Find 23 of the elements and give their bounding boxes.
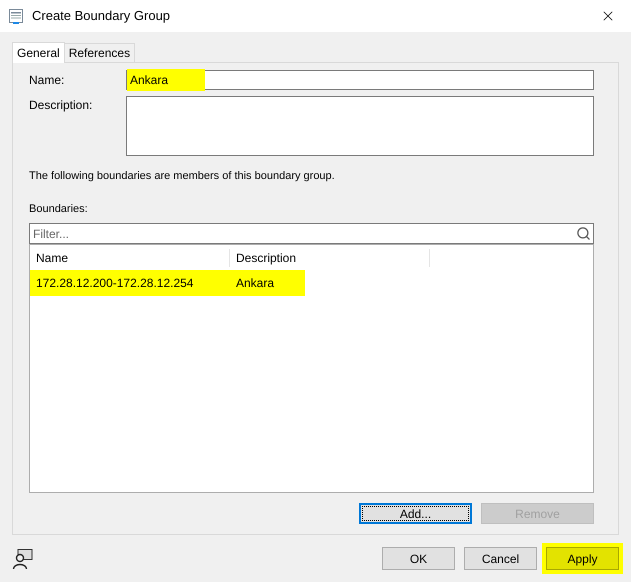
info-text: The following boundaries are members of this boundary group. <box>29 169 336 184</box>
list-action-button[interactable]: Add... <box>359 503 472 524</box>
tab[interactable]: References <box>64 43 136 62</box>
field-label: Description: <box>29 97 94 114</box>
dialog-button[interactable]: Cancel <box>464 547 537 570</box>
column-header[interactable]: Description <box>230 249 430 267</box>
column-header[interactable]: Name <box>30 249 230 267</box>
tab[interactable]: General <box>12 42 65 63</box>
boundaries-label: Boundaries: <box>29 202 89 216</box>
description-field[interactable] <box>126 96 594 156</box>
field-value: Ankara <box>127 69 205 91</box>
name-field[interactable]: Ankara <box>126 70 594 90</box>
table-cell-text: Ankara <box>235 275 276 292</box>
filter-field[interactable]: Filter... <box>29 223 594 244</box>
dialog-icon <box>8 8 24 24</box>
list-row[interactable]: 172.28.12.200-172.28.12.254 Ankara <box>30 270 305 296</box>
dialog-button[interactable]: Apply <box>546 547 619 570</box>
dialog-button[interactable]: OK <box>382 547 455 570</box>
table-cell-text: 172.28.12.200-172.28.12.254 <box>35 275 194 292</box>
field-label: Name: <box>29 72 66 89</box>
window-title: Create Boundary Group <box>32 7 172 26</box>
user-feedback-icon <box>12 548 34 570</box>
search-icon <box>576 226 591 241</box>
